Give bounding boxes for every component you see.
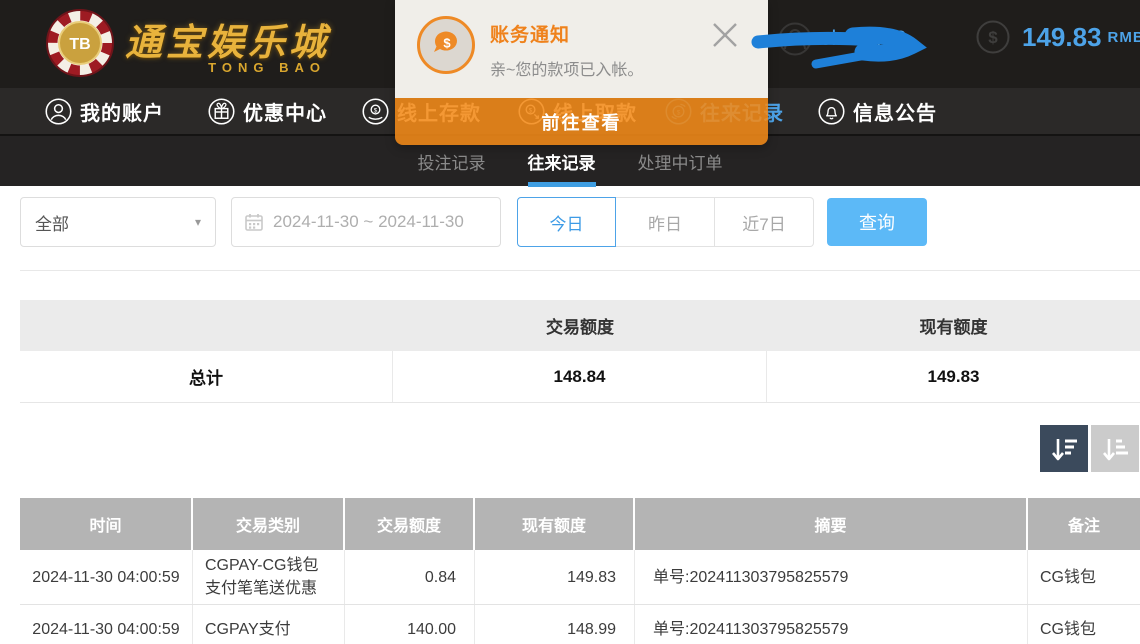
bell-icon	[818, 98, 845, 125]
cell-remark: CG钱包	[1028, 605, 1140, 644]
type-select-value: 全部	[35, 210, 195, 235]
calendar-icon	[244, 212, 264, 232]
svg-text:$: $	[443, 36, 451, 51]
sort-desc-icon	[1049, 434, 1079, 464]
nav-label: 信息公告	[853, 97, 937, 126]
balance-currency: RMB	[1108, 29, 1140, 46]
nav-item-announcements[interactable]: 信息公告	[818, 88, 937, 134]
summary-total-transaction: 148.84	[393, 351, 767, 402]
nav-label: 优惠中心	[243, 97, 327, 126]
nav-label: 我的账户	[80, 97, 164, 126]
gift-icon	[208, 98, 235, 125]
poker-chip-icon: TB	[45, 8, 115, 78]
summary-table: 交易额度 现有额度 总计 148.84 149.83	[20, 300, 1140, 403]
cell-type: CGPAY-CG钱包支付笔笔送优惠	[193, 550, 345, 604]
cell-time: 2024-11-30 04:00:59	[20, 605, 193, 644]
brand-title-en: TONG BAO	[208, 60, 326, 75]
transactions-table: 时间 交易类别 交易额度 现有额度 摘要 备注 2024-11-30 04:00…	[20, 498, 1140, 644]
brand-logo[interactable]: TB 通宝娱乐城 TONG BAO	[45, 8, 330, 78]
nav-item-my-account[interactable]: 我的账户	[45, 88, 164, 134]
col-header-amount: 交易额度	[345, 498, 475, 550]
dollar-icon: $	[976, 20, 1010, 54]
notification-body: $ 账务通知 亲~您的款项已入帐。	[395, 0, 768, 98]
table-row: 2024-11-30 04:00:59 CGPAY支付 140.00 148.9…	[20, 605, 1140, 644]
user-account[interactable]: cheng90	[778, 22, 908, 56]
cell-type: CGPAY支付	[193, 605, 345, 644]
sort-ascending-button[interactable]	[1091, 425, 1139, 472]
username: cheng90	[820, 27, 908, 51]
close-icon[interactable]	[708, 18, 742, 52]
deposit-icon: $	[362, 98, 389, 125]
brand-name: 通宝娱乐城 TONG BAO	[125, 12, 330, 75]
sort-descending-button[interactable]	[1040, 425, 1088, 472]
go-view-button[interactable]: 前往查看	[395, 98, 768, 145]
cell-remark: CG钱包	[1028, 550, 1140, 604]
cell-summary: 单号:202411303795825579	[635, 550, 1028, 604]
col-header-type: 交易类别	[193, 498, 345, 550]
col-header-balance: 现有额度	[475, 498, 635, 550]
yesterday-button[interactable]: 昨日	[616, 197, 715, 247]
cell-time: 2024-11-30 04:00:59	[20, 550, 193, 604]
balance-amount: 149.83	[1022, 22, 1102, 53]
sort-asc-icon	[1100, 434, 1130, 464]
last7days-button[interactable]: 近7日	[715, 197, 814, 247]
table-row: 2024-11-30 04:00:59 CGPAY-CG钱包支付笔笔送优惠 0.…	[20, 550, 1140, 605]
chevron-down-icon: ▾	[195, 215, 201, 229]
notification-title: 账务通知	[490, 20, 570, 47]
date-range-picker[interactable]: 2024-11-30 ~ 2024-11-30	[231, 197, 501, 247]
user-icon	[45, 98, 72, 125]
cell-summary: 单号:202411303795825579	[635, 605, 1028, 644]
user-avatar-icon	[778, 22, 812, 56]
cell-balance: 149.83	[475, 550, 635, 604]
summary-header-transaction: 交易额度	[393, 300, 767, 351]
notification-message: 亲~您的款项已入帐。	[490, 56, 643, 80]
nav-item-promotions[interactable]: 优惠中心	[208, 88, 327, 134]
svg-text:$: $	[988, 28, 998, 47]
summary-header-balance: 现有额度	[767, 300, 1140, 351]
col-header-summary: 摘要	[635, 498, 1028, 550]
svg-text:$: $	[374, 107, 378, 114]
cell-amount: 0.84	[345, 550, 475, 604]
cell-balance: 148.99	[475, 605, 635, 644]
notification-popup: $ 账务通知 亲~您的款项已入帐。 前往查看	[395, 0, 768, 145]
summary-header-empty	[20, 300, 393, 351]
balance-display: $ 149.83 RMB	[976, 20, 1140, 54]
page: TB 通宝娱乐城 TONG BAO cheng90 $ 149.83 RMB	[0, 0, 1140, 644]
svg-text:TB: TB	[69, 36, 90, 53]
col-header-time: 时间	[20, 498, 193, 550]
section-divider	[20, 270, 1140, 271]
query-button[interactable]: 查询	[827, 198, 927, 246]
quick-date-buttons: 今日 昨日 近7日	[517, 197, 814, 247]
summary-total-label: 总计	[20, 351, 393, 402]
cell-amount: 140.00	[345, 605, 475, 644]
summary-total-balance: 149.83	[767, 351, 1140, 402]
sort-controls	[1040, 425, 1139, 472]
summary-header-row: 交易额度 现有额度	[20, 300, 1140, 351]
summary-total-row: 总计 148.84 149.83	[20, 351, 1140, 403]
money-chat-icon: $	[417, 16, 475, 74]
type-select[interactable]: 全部 ▾	[20, 197, 216, 247]
date-range-value: 2024-11-30 ~ 2024-11-30	[273, 212, 464, 232]
brand-title-cn: 通宝娱乐城	[125, 12, 330, 66]
today-button[interactable]: 今日	[517, 197, 616, 247]
table-header-row: 时间 交易类别 交易额度 现有额度 摘要 备注	[20, 498, 1140, 550]
col-header-remark: 备注	[1028, 498, 1140, 550]
